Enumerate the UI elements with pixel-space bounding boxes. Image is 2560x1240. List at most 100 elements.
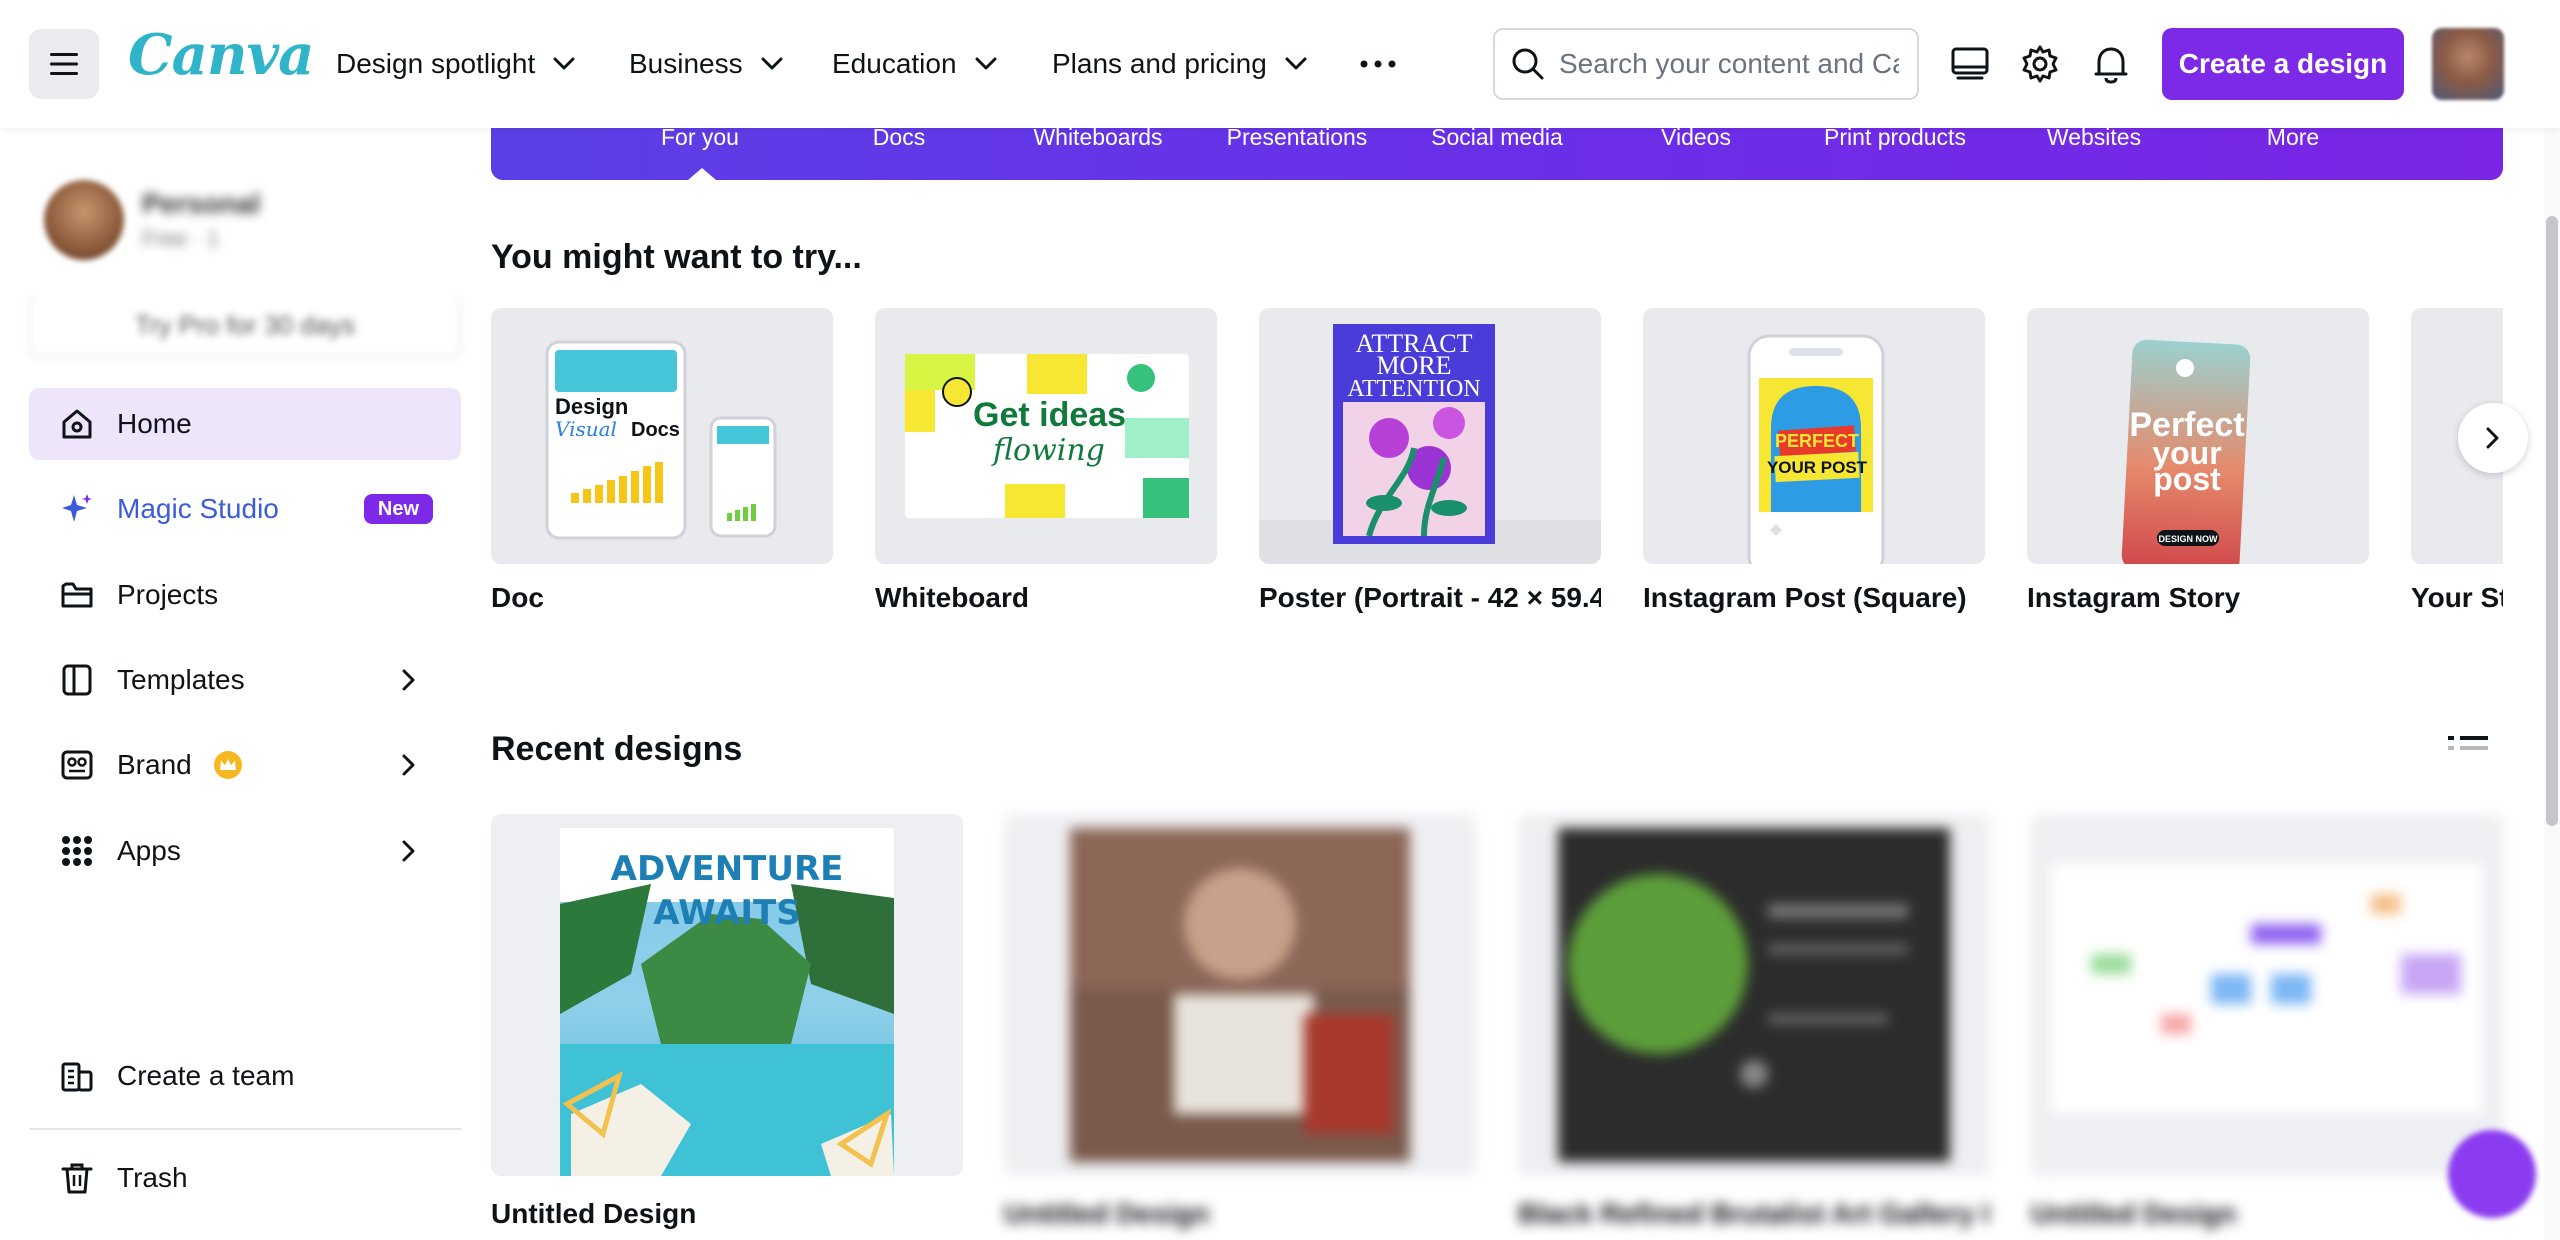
chevron-right-icon[interactable]	[391, 833, 427, 869]
blurred-thumbnail	[1558, 828, 1950, 1162]
try-card-doc[interactable]: Design Visual Docs	[491, 308, 833, 564]
list-view-toggle[interactable]	[2446, 732, 2490, 762]
chevron-down-icon	[1285, 57, 1307, 70]
try-card-instagram-story[interactable]: Perfect your post DESIGN NOW	[2027, 308, 2369, 564]
category-presentations[interactable]: Presentations	[1197, 124, 1397, 154]
list-view-icon	[2448, 736, 2488, 750]
whiteboard-thumb-text-2: flowing	[991, 433, 1105, 468]
nav-label: Plans and pricing	[1052, 48, 1267, 79]
sidebar-item-apps[interactable]: Apps	[29, 815, 461, 887]
adventure-thumb-text-2: AWAITS	[653, 893, 800, 933]
bell-icon	[2094, 47, 2128, 84]
scrollbar-thumb[interactable]	[2546, 216, 2558, 826]
try-card-whiteboard[interactable]: Get ideas flowing	[875, 308, 1217, 564]
help-button[interactable]	[2448, 1130, 2536, 1218]
sidebar-item-create-team[interactable]: Create a team	[29, 1040, 461, 1112]
recent-design-label: Black Refined Brutalist Art Gallery Le…	[1518, 1198, 1988, 1229]
profile-name[interactable]: Personal	[142, 188, 260, 220]
sidebar-item-label: Trash	[117, 1162, 188, 1193]
recent-design-label: Untitled Design	[1004, 1198, 1210, 1229]
sidebar-item-label: Projects	[117, 579, 219, 610]
blurred-thumbnail	[2051, 864, 2483, 1114]
instagram-story-thumb-text-3: post	[2153, 461, 2221, 497]
poster-thumb-text-3: ATTENTION	[1347, 376, 1480, 402]
active-category-pointer	[688, 168, 716, 180]
chevron-right-icon	[2486, 427, 2499, 449]
create-design-button[interactable]: Create a design	[2162, 28, 2404, 100]
sidebar: Personal Free · 1 Try Pro for 30 days Ho…	[0, 128, 490, 1240]
nav-label: Business	[629, 48, 743, 79]
doc-thumb-text-1: Design	[555, 394, 628, 419]
chevron-down-icon	[553, 57, 575, 70]
menu-button[interactable]	[29, 29, 99, 99]
category-social-media[interactable]: Social media	[1397, 124, 1597, 154]
try-section-title: You might want to try...	[491, 238, 862, 276]
try-card-instagram-post[interactable]: PERFECT YOUR POST	[1643, 308, 1985, 564]
sidebar-item-home[interactable]: Home	[29, 388, 461, 460]
sidebar-item-brand[interactable]: Brand	[29, 729, 461, 801]
category-print-products[interactable]: Print products	[1795, 124, 1995, 154]
search-box[interactable]	[1493, 28, 1919, 100]
recent-design-card[interactable]	[1518, 814, 1990, 1176]
nav-business[interactable]: Business	[629, 40, 783, 88]
new-badge: New	[363, 494, 433, 524]
chevron-down-icon	[761, 57, 783, 70]
carousel-next-button[interactable]	[2458, 403, 2528, 473]
nav-design-spotlight[interactable]: Design spotlight	[336, 40, 575, 88]
try-card-poster[interactable]: ATTRACT MORE ATTENTION	[1259, 308, 1601, 564]
recent-design-card[interactable]: ADVENTURE AWAITS	[491, 814, 963, 1176]
sidebar-item-magic-studio[interactable]: Magic Studio New	[29, 473, 461, 545]
sidebar-item-label: Templates	[117, 664, 245, 695]
category-whiteboards[interactable]: Whiteboards	[998, 124, 1198, 154]
sidebar-item-templates[interactable]: Templates	[29, 644, 461, 716]
recent-design-card[interactable]	[2031, 814, 2503, 1176]
notifications-button[interactable]	[2087, 40, 2135, 88]
profile-plan: Free · 1	[142, 226, 220, 251]
try-card-label: Whiteboard	[875, 582, 1029, 613]
instagram-story-thumbnail: Perfect your post DESIGN NOW	[2121, 339, 2251, 564]
hamburger-icon	[50, 53, 78, 75]
crown-icon	[213, 751, 242, 779]
recent-design-label: Untitled Design	[2031, 1198, 2237, 1229]
try-card-label: Doc	[491, 582, 544, 613]
desktop-app-button[interactable]	[1946, 40, 1994, 88]
sidebar-item-trash[interactable]: Trash	[29, 1142, 461, 1214]
try-pro-label: Try Pro for 30 days	[134, 309, 356, 340]
chevron-right-icon[interactable]	[391, 662, 427, 698]
adventure-thumbnail: ADVENTURE AWAITS	[560, 828, 894, 1176]
sidebar-divider	[29, 1128, 461, 1130]
category-bar: For you Docs Whiteboards Presentations S…	[491, 120, 2503, 180]
try-card-label: Instagram Story	[2027, 582, 2241, 613]
category-videos[interactable]: Videos	[1596, 124, 1796, 154]
sidebar-item-label: Create a team	[117, 1060, 295, 1091]
recent-design-card[interactable]	[1004, 814, 1476, 1176]
recent-section-title: Recent designs	[491, 730, 743, 768]
category-docs[interactable]: Docs	[799, 124, 999, 154]
profile-avatar[interactable]	[44, 180, 124, 260]
try-card-label: Instagram Post (Square)	[1643, 582, 1967, 613]
settings-button[interactable]	[2016, 40, 2064, 88]
nav-label: Education	[832, 48, 957, 79]
sidebar-item-projects[interactable]: Projects	[29, 559, 461, 631]
account-avatar[interactable]	[2432, 28, 2504, 100]
category-for-you[interactable]: For you	[600, 124, 800, 154]
sparkle-icon	[59, 491, 95, 527]
try-pro-button[interactable]: Try Pro for 30 days	[29, 294, 461, 358]
try-card-label: Poster (Portrait - 42 × 59.4 …	[1259, 582, 1601, 613]
more-nav-button[interactable]	[1348, 40, 1408, 88]
search-icon	[1512, 48, 1544, 80]
nav-plans-and-pricing[interactable]: Plans and pricing	[1052, 40, 1307, 88]
nav-education[interactable]: Education	[832, 40, 997, 88]
category-websites[interactable]: Websites	[1994, 124, 2194, 154]
chevron-down-icon	[975, 57, 997, 70]
chevron-right-icon[interactable]	[391, 747, 427, 783]
sidebar-item-label: Home	[117, 408, 192, 439]
category-more[interactable]: More	[2193, 124, 2393, 154]
blurred-thumbnail	[1070, 828, 1410, 1162]
instagram-post-thumbnail: PERFECT YOUR POST	[1747, 334, 1885, 564]
search-input[interactable]	[1559, 48, 1899, 80]
poster-thumbnail: ATTRACT MORE ATTENTION	[1259, 324, 1601, 564]
templates-icon	[59, 662, 95, 698]
canva-logo[interactable]: Canva	[128, 22, 314, 88]
doc-thumb-text-2: Visual	[555, 417, 617, 441]
